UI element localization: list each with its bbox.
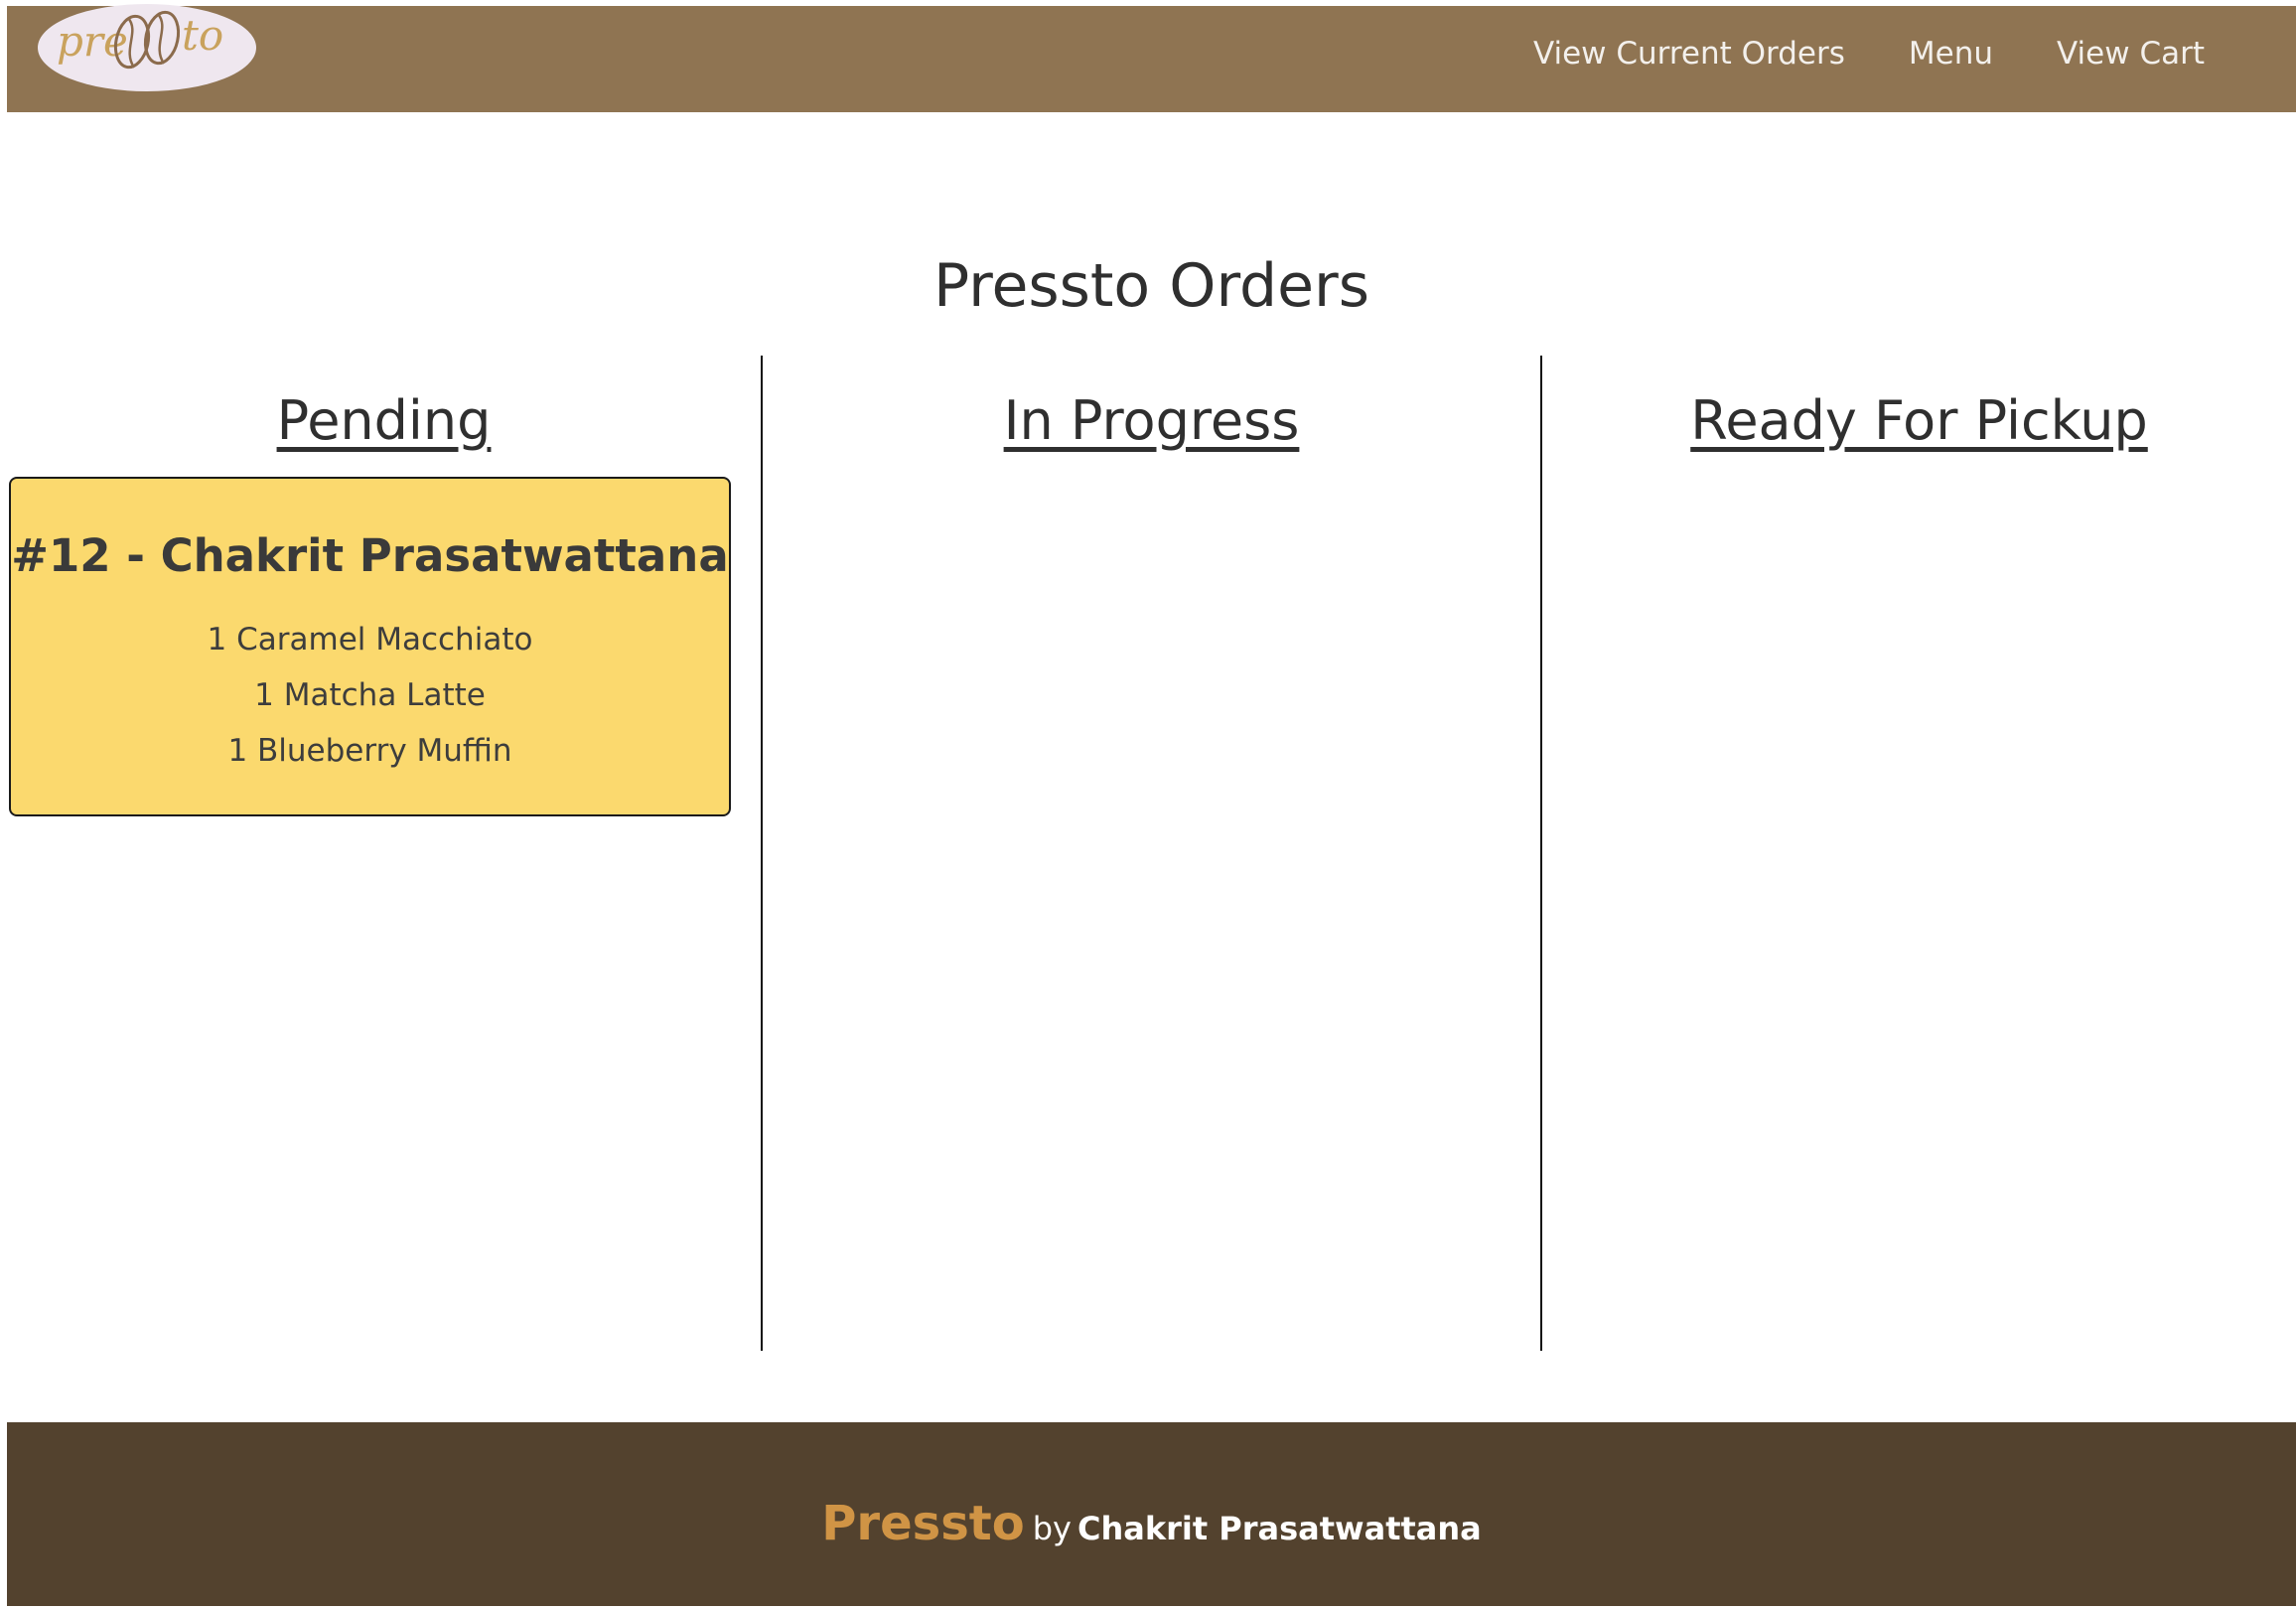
nav-view-current-orders[interactable]: View Current Orders xyxy=(1533,32,1845,75)
order-card[interactable]: #12 - Chakrit Prasatwattana 1 Caramel Ma… xyxy=(9,477,731,816)
navbar: pre to View Current Orders Menu View Car… xyxy=(7,4,2296,112)
order-item: 1 Caramel Macchiato xyxy=(207,622,533,658)
order-item: 1 Matcha Latte xyxy=(254,677,486,713)
column-pending: Pending #12 - Chakrit Prasatwattana 1 Ca… xyxy=(7,356,761,1351)
column-heading-in-progress: In Progress xyxy=(1003,389,1300,452)
nav-links: View Current Orders Menu View Cart xyxy=(1470,32,2205,75)
page-title: Pressto Orders xyxy=(933,251,1369,321)
orders-board: Pending #12 - Chakrit Prasatwattana 1 Ca… xyxy=(7,356,2296,1351)
page: pre to View Current Orders Menu View Car… xyxy=(7,4,2296,1606)
column-heading-pending: Pending xyxy=(276,389,492,452)
footer-author: Chakrit Prasatwattana xyxy=(1076,1510,1482,1547)
column-ready-for-pickup: Ready For Pickup xyxy=(1542,356,2296,1351)
footer-brand: Pressto xyxy=(821,1496,1025,1551)
column-in-progress: In Progress xyxy=(762,356,1541,1351)
nav-view-cart[interactable]: View Cart xyxy=(2057,32,2205,75)
column-heading-ready-for-pickup: Ready For Pickup xyxy=(1690,389,2148,452)
svg-text:to: to xyxy=(182,11,223,60)
order-title: #12 - Chakrit Prasatwattana xyxy=(11,529,729,582)
order-items-list: 1 Caramel Macchiato 1 Matcha Latte 1 Blu… xyxy=(11,612,729,779)
footer-credit: Pressto by Chakrit Prasatwattana xyxy=(7,1496,2296,1551)
footer-by: by xyxy=(1032,1510,1072,1547)
pressto-logo[interactable]: pre to xyxy=(37,0,257,97)
footer: Pressto by Chakrit Prasatwattana xyxy=(7,1422,2296,1606)
order-item: 1 Blueberry Muffin xyxy=(227,733,512,769)
nav-menu[interactable]: Menu xyxy=(1909,32,1993,75)
